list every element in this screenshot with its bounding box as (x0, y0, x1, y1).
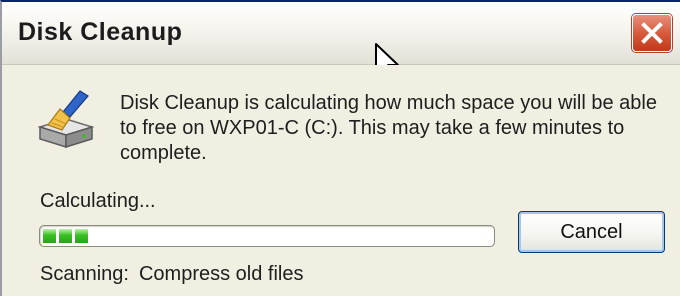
dialog-body: Disk Cleanup is calculating how much spa… (2, 65, 680, 296)
scanning-value: Compress old files (138, 263, 304, 285)
title-bar[interactable]: Disk Cleanup (2, 2, 680, 65)
status-message: Disk Cleanup is calculating how much spa… (120, 92, 657, 164)
close-icon (641, 22, 663, 44)
progress-bar (39, 225, 495, 247)
disk-cleanup-dialog: Disk Cleanup Disk Cleanup is calculating… (0, 0, 680, 296)
scanning-line: Scanning: Compress old files (40, 263, 303, 286)
scanning-label: Scanning: (40, 263, 129, 285)
close-button[interactable] (632, 14, 672, 52)
progress-block (43, 229, 56, 243)
calculating-label: Calculating... (40, 190, 156, 212)
progress-block (59, 229, 72, 243)
progress-block (75, 229, 88, 243)
disk-cleanup-icon (36, 87, 96, 153)
cancel-button[interactable]: Cancel (518, 211, 665, 253)
progress-fill (43, 229, 88, 243)
window-title: Disk Cleanup (18, 18, 183, 46)
